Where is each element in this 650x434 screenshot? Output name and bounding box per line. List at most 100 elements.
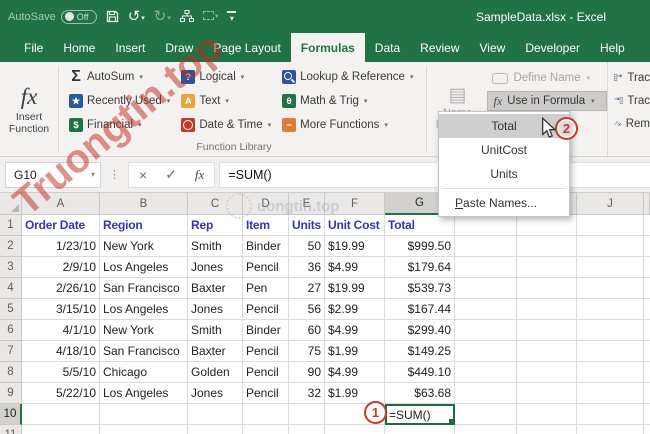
cell-j5[interactable]	[577, 299, 644, 320]
cell-i6[interactable]	[517, 320, 577, 341]
row-header-8[interactable]: 8	[0, 362, 22, 383]
cell-d4[interactable]: Pen	[243, 278, 289, 299]
cell-a6[interactable]: 4/1/10	[22, 320, 100, 341]
row-header-11[interactable]: 11	[0, 425, 22, 434]
ribbon-button-logical[interactable]: ? Logical ▾	[179, 67, 273, 87]
cell-e11[interactable]	[289, 425, 325, 434]
cell-h10[interactable]	[455, 404, 517, 425]
cell-d8[interactable]: Pencil	[243, 362, 289, 383]
cell-b6[interactable]: New York	[100, 320, 188, 341]
cell-k9[interactable]	[644, 383, 650, 404]
cell-j8[interactable]	[577, 362, 644, 383]
column-header-a[interactable]: A	[22, 193, 100, 215]
cell-g7[interactable]: $149.25	[385, 341, 455, 362]
cell-b1[interactable]: Region	[100, 215, 188, 236]
menu-item-units[interactable]: Units	[439, 162, 569, 186]
autosave-control[interactable]: AutoSave Off	[8, 9, 97, 24]
cell-b2[interactable]: New York	[100, 236, 188, 257]
cell-f3[interactable]: $4.99	[325, 257, 385, 278]
cell-a2[interactable]: 1/23/10	[22, 236, 100, 257]
cell-h8[interactable]	[455, 362, 517, 383]
cell-j1[interactable]	[577, 215, 644, 236]
ribbon-button-autosum[interactable]: Σ AutoSum ▾	[67, 67, 172, 87]
formula-bar-resizer[interactable]: ⋮	[105, 168, 124, 181]
cell-i3[interactable]	[517, 257, 577, 278]
customize-quick-access-icon[interactable]: ▾	[227, 11, 236, 23]
column-header-e[interactable]: E	[289, 193, 325, 215]
row-header-6[interactable]: 6	[0, 320, 22, 341]
cell-j4[interactable]	[577, 278, 644, 299]
cell-a4[interactable]: 2/26/10	[22, 278, 100, 299]
cell-b8[interactable]: Chicago	[100, 362, 188, 383]
row-header-2[interactable]: 2	[0, 236, 22, 257]
cell-a9[interactable]: 5/22/10	[22, 383, 100, 404]
cell-e7[interactable]: 75	[289, 341, 325, 362]
cell-g10[interactable]: =SUM()	[385, 404, 455, 425]
cell-g2[interactable]: $999.50	[385, 236, 455, 257]
name-box[interactable]: G10 ▾	[5, 161, 101, 188]
cell-e1[interactable]: Units	[289, 215, 325, 236]
cell-k4[interactable]	[644, 278, 650, 299]
tab-draw[interactable]: Draw	[155, 33, 203, 62]
cell-g8[interactable]: $449.10	[385, 362, 455, 383]
cell-f1[interactable]: Unit Cost	[325, 215, 385, 236]
cell-f5[interactable]: $2.99	[325, 299, 385, 320]
cell-g11[interactable]	[385, 425, 455, 434]
row-header-7[interactable]: 7	[0, 341, 22, 362]
ribbon-button-recently-used[interactable]: ★ Recently Used ▾	[67, 91, 172, 111]
cell-j6[interactable]	[577, 320, 644, 341]
auditing-button-0[interactable]: Trac	[614, 68, 650, 87]
cell-k3[interactable]	[644, 257, 650, 278]
tab-insert[interactable]: Insert	[105, 33, 155, 62]
insert-function-fx-icon[interactable]: fx	[195, 167, 204, 183]
cell-e4[interactable]: 27	[289, 278, 325, 299]
cell-j11[interactable]	[577, 425, 644, 434]
name-box-dropdown-icon[interactable]: ▾	[91, 170, 95, 179]
cell-e3[interactable]: 36	[289, 257, 325, 278]
autosave-toggle[interactable]: Off	[60, 9, 97, 24]
tab-developer[interactable]: Developer	[515, 33, 590, 62]
cell-i2[interactable]	[517, 236, 577, 257]
cell-a3[interactable]: 2/9/10	[22, 257, 100, 278]
select-all-corner[interactable]	[0, 193, 22, 215]
cell-b9[interactable]: Los Angeles	[100, 383, 188, 404]
ribbon-button-financial[interactable]: $ Financial ▾	[67, 115, 172, 135]
column-header-c[interactable]: C	[188, 193, 243, 215]
cell-i1[interactable]	[517, 215, 577, 236]
tab-data[interactable]: Data	[365, 33, 410, 62]
cell-i7[interactable]	[517, 341, 577, 362]
cell-j3[interactable]	[577, 257, 644, 278]
undo-icon[interactable]: ↺ ▾	[128, 9, 145, 24]
cell-f4[interactable]: $19.99	[325, 278, 385, 299]
cell-c7[interactable]: Baxter	[188, 341, 243, 362]
cell-h3[interactable]	[455, 257, 517, 278]
cell-h2[interactable]	[455, 236, 517, 257]
cell-h4[interactable]	[455, 278, 517, 299]
column-header-b[interactable]: B	[100, 193, 188, 215]
cell-g1[interactable]: Total	[385, 215, 455, 236]
tab-file[interactable]: File	[14, 33, 53, 62]
cell-f2[interactable]: $19.99	[325, 236, 385, 257]
cell-b11[interactable]	[100, 425, 188, 434]
cell-a11[interactable]	[22, 425, 100, 434]
cell-g5[interactable]: $167.44	[385, 299, 455, 320]
cell-e5[interactable]: 56	[289, 299, 325, 320]
cell-h1[interactable]	[455, 215, 517, 236]
cell-k5[interactable]	[644, 299, 650, 320]
cell-g6[interactable]: $299.40	[385, 320, 455, 341]
cell-c9[interactable]: Jones	[188, 383, 243, 404]
cell-a5[interactable]: 3/15/10	[22, 299, 100, 320]
column-header-d[interactable]: D	[243, 193, 289, 215]
insert-function-button[interactable]: fx Insert Function	[0, 62, 58, 156]
cell-e10[interactable]	[289, 404, 325, 425]
cell-b5[interactable]: Los Angeles	[100, 299, 188, 320]
cell-f11[interactable]	[325, 425, 385, 434]
org-chart-icon[interactable]	[179, 10, 194, 23]
cell-d7[interactable]: Pencil	[243, 341, 289, 362]
cell-c2[interactable]: Smith	[188, 236, 243, 257]
cell-i11[interactable]	[517, 425, 577, 434]
cell-g3[interactable]: $179.64	[385, 257, 455, 278]
cell-k6[interactable]	[644, 320, 650, 341]
cell-d5[interactable]: Pencil	[243, 299, 289, 320]
cell-k2[interactable]	[644, 236, 650, 257]
